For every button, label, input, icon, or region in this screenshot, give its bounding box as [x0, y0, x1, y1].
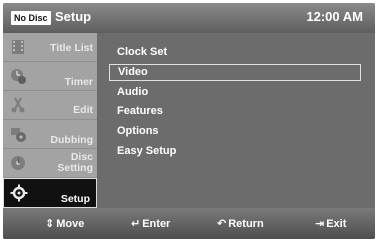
- sidebar-item-label-line2: Setting: [57, 162, 93, 174]
- enter-label: Enter: [142, 218, 171, 230]
- setup-menu: Clock Set Video Audio Features Options E…: [99, 33, 375, 208]
- exit-label: Exit: [326, 218, 347, 230]
- menu-item-video[interactable]: Video: [109, 64, 361, 81]
- sidebar-item-label: Setup: [60, 193, 90, 205]
- menu-item-audio[interactable]: Audio: [109, 84, 361, 101]
- clock-display: 12:00 AM: [306, 9, 363, 24]
- footer-bar: ⇕ Move ↵ Enter ↶ Return ⇥ Exit: [3, 208, 375, 239]
- sidebar-item-title-list[interactable]: Title List: [3, 33, 97, 62]
- sidebar-item-label: Title List: [50, 42, 93, 54]
- menu-item-features[interactable]: Features: [109, 103, 361, 120]
- gear-icon: [10, 184, 28, 202]
- sidebar-item-label: Edit: [73, 104, 93, 116]
- move-hint: ⇕ Move: [45, 217, 84, 230]
- film-icon: [12, 40, 24, 54]
- up-down-arrow-icon: ⇕: [45, 218, 55, 230]
- clock-disc-icon: [11, 69, 26, 84]
- exit-icon: ⇥: [315, 218, 325, 230]
- sidebar: Title List Timer Edit Dubbing Disc Setti…: [3, 33, 97, 208]
- sidebar-item-edit[interactable]: Edit: [3, 91, 97, 120]
- dubbing-icon: [11, 128, 26, 142]
- enter-hint: ↵ Enter: [131, 217, 170, 230]
- scissors-icon: [11, 97, 25, 113]
- header-bar: No Disc Setup 12:00 AM: [3, 3, 375, 33]
- sidebar-item-dubbing[interactable]: Dubbing: [3, 120, 97, 149]
- return-label: Return: [228, 218, 264, 230]
- exit-hint: ⇥ Exit: [315, 217, 346, 230]
- return-icon: ↶: [217, 218, 227, 230]
- sidebar-item-label: Dubbing: [50, 134, 93, 146]
- sidebar-item-label: Timer: [64, 76, 93, 88]
- sidebar-item-timer[interactable]: Timer: [3, 62, 97, 91]
- menu-item-easy-setup[interactable]: Easy Setup: [109, 143, 361, 160]
- disc-status-badge: No Disc: [11, 11, 51, 25]
- enter-icon: ↵: [131, 218, 141, 230]
- return-hint: ↶ Return: [217, 217, 264, 230]
- disc-settings-icon: [11, 156, 25, 170]
- menu-item-options[interactable]: Options: [109, 123, 361, 140]
- menu-item-clock-set[interactable]: Clock Set: [109, 44, 361, 61]
- sidebar-item-setup[interactable]: Setup: [3, 178, 97, 208]
- sidebar-item-disc-setting[interactable]: Disc Setting: [3, 149, 97, 178]
- page-title: Setup: [55, 9, 92, 24]
- setup-screen: No Disc Setup 12:00 AM Title List Timer …: [3, 3, 375, 239]
- move-label: Move: [56, 218, 85, 230]
